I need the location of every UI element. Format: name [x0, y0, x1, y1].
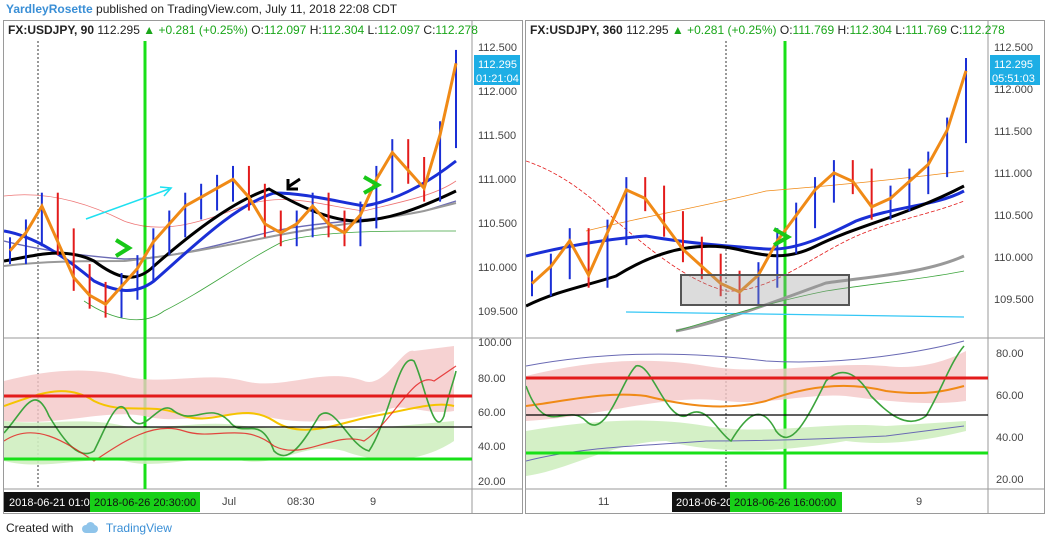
crosshair-date-text: 2018-06-21 01:0: [9, 497, 90, 509]
ma-thin-orange: [585, 170, 965, 232]
badge-price: 112.295: [478, 59, 517, 71]
upper-band-fill: [526, 351, 966, 421]
high-label: H:: [309, 23, 322, 37]
osc-tick: 80.00: [996, 348, 1024, 360]
price-tick: 110.500: [478, 218, 517, 230]
low-value: 111.769: [905, 23, 947, 37]
trend-arrow: [85, 188, 170, 220]
ma-gray: [4, 202, 457, 267]
symbol-legend: FX:USDJPY, 90 112.295 ▲ +0.281 (+0.25%) …: [8, 23, 478, 37]
high-value: 112.304: [849, 23, 892, 37]
time-tick: Jul: [222, 496, 236, 508]
symbol-legend: FX:USDJPY, 360 112.295 ▲ +0.281 (+0.25%)…: [530, 23, 1005, 37]
price-tick: 111.500: [994, 126, 1032, 138]
open-label: O:: [779, 23, 793, 37]
time-axis[interactable]: Jul 08:30 9: [222, 496, 376, 508]
tradingview-logo-icon: [80, 522, 100, 533]
price-tick: 111.000: [478, 174, 516, 186]
price-tick: 109.500: [994, 294, 1034, 306]
time-tick: 11: [598, 496, 609, 508]
badge-price: 112.295: [994, 59, 1033, 71]
high-label: H:: [837, 23, 850, 37]
close-label: C:: [423, 23, 436, 37]
marker-date-text: 2018-06-26 20:30:00: [94, 497, 196, 509]
ma-blue: [526, 189, 965, 258]
tradingview-link[interactable]: TradingView: [106, 521, 172, 535]
close-label: C:: [950, 23, 963, 37]
close-value: 112.278: [435, 23, 478, 37]
price-tick: 110.000: [478, 262, 517, 274]
price-tick: 112.500: [478, 42, 517, 54]
chart-canvas-left[interactable]: 112.500 112.000 111.500 111.000 110.500 …: [4, 21, 522, 513]
symbol-name[interactable]: FX:USDJPY, 360: [530, 23, 623, 37]
osc-tick: 60.00: [478, 407, 506, 419]
lower-band-fill: [526, 420, 966, 476]
osc-tick: 100.00: [478, 337, 512, 349]
chart-panel-left[interactable]: FX:USDJPY, 90 112.295 ▲ +0.281 (+0.25%) …: [3, 20, 523, 514]
black-arrow-icon: [286, 177, 301, 191]
low-label: L:: [367, 23, 378, 37]
created-with-label: Created with: [6, 521, 74, 535]
footer: Created with TradingView: [6, 521, 172, 535]
time-tick: 9: [370, 496, 376, 508]
time-tick: 9: [916, 496, 922, 508]
price-candles: [9, 49, 457, 318]
price-tick: 109.500: [478, 306, 518, 318]
last-price: 112.295: [626, 23, 669, 37]
green-arrow-icon: [114, 238, 133, 258]
low-value: 112.097: [377, 23, 421, 37]
badge-time: 01:21:04: [476, 73, 519, 85]
symbol-name[interactable]: FX:USDJPY, 90: [8, 23, 94, 37]
ma-cyan: [625, 311, 965, 318]
oscillator-axis[interactable]: 100.00 80.00 60.00 40.00 20.00: [478, 337, 512, 488]
price-line: [530, 70, 968, 294]
price-tick: 110.500: [994, 210, 1033, 222]
chart-panel-right[interactable]: FX:USDJPY, 360 112.295 ▲ +0.281 (+0.25%)…: [525, 20, 1045, 514]
price-candles: [531, 58, 967, 305]
open-value: 111.769: [792, 23, 835, 37]
price-tick: 111.000: [994, 168, 1032, 180]
publish-info: published on TradingView.com, July 11, 2…: [92, 2, 398, 16]
price-change: ▲ +0.281 (+0.25%): [671, 23, 777, 37]
price-tick: 112.500: [994, 42, 1033, 54]
osc-tick: 20.00: [478, 476, 506, 488]
crosshair-date-text: 2018-06-20: [676, 497, 732, 509]
osc-tick: 80.00: [478, 373, 506, 385]
upper-band: [526, 340, 965, 367]
osc-tick: 20.00: [996, 474, 1024, 486]
badge-time: 05:51:03: [992, 73, 1035, 85]
high-value: 112.304: [321, 23, 365, 37]
price-change: ▲ +0.281 (+0.25%): [143, 23, 248, 37]
last-price: 112.295: [97, 23, 140, 37]
marker-date-text: 2018-06-26 16:00:00: [734, 497, 836, 509]
time-tick: 08:30: [287, 496, 315, 508]
chart-canvas-right[interactable]: 112.500 112.000 111.500 111.000 110.500 …: [526, 21, 1044, 513]
highlight-box: [680, 274, 850, 306]
close-value: 112.278: [962, 23, 1005, 37]
osc-tick: 40.00: [996, 432, 1024, 444]
open-value: 112.097: [263, 23, 307, 37]
ma-thin-red: [4, 180, 457, 228]
price-tick: 112.000: [478, 86, 517, 98]
price-tick: 111.500: [478, 130, 516, 142]
osc-tick: 40.00: [478, 441, 506, 453]
osc-tick: 60.00: [996, 390, 1024, 402]
open-label: O:: [251, 23, 264, 37]
oscillator-axis[interactable]: 80.00 60.00 40.00 20.00: [996, 348, 1024, 486]
publish-header: YardleyRosette published on TradingView.…: [6, 2, 397, 16]
author-link[interactable]: YardleyRosette: [6, 2, 93, 16]
low-label: L:: [895, 23, 906, 37]
price-tick: 112.000: [994, 84, 1033, 96]
price-tick: 110.000: [994, 252, 1033, 264]
